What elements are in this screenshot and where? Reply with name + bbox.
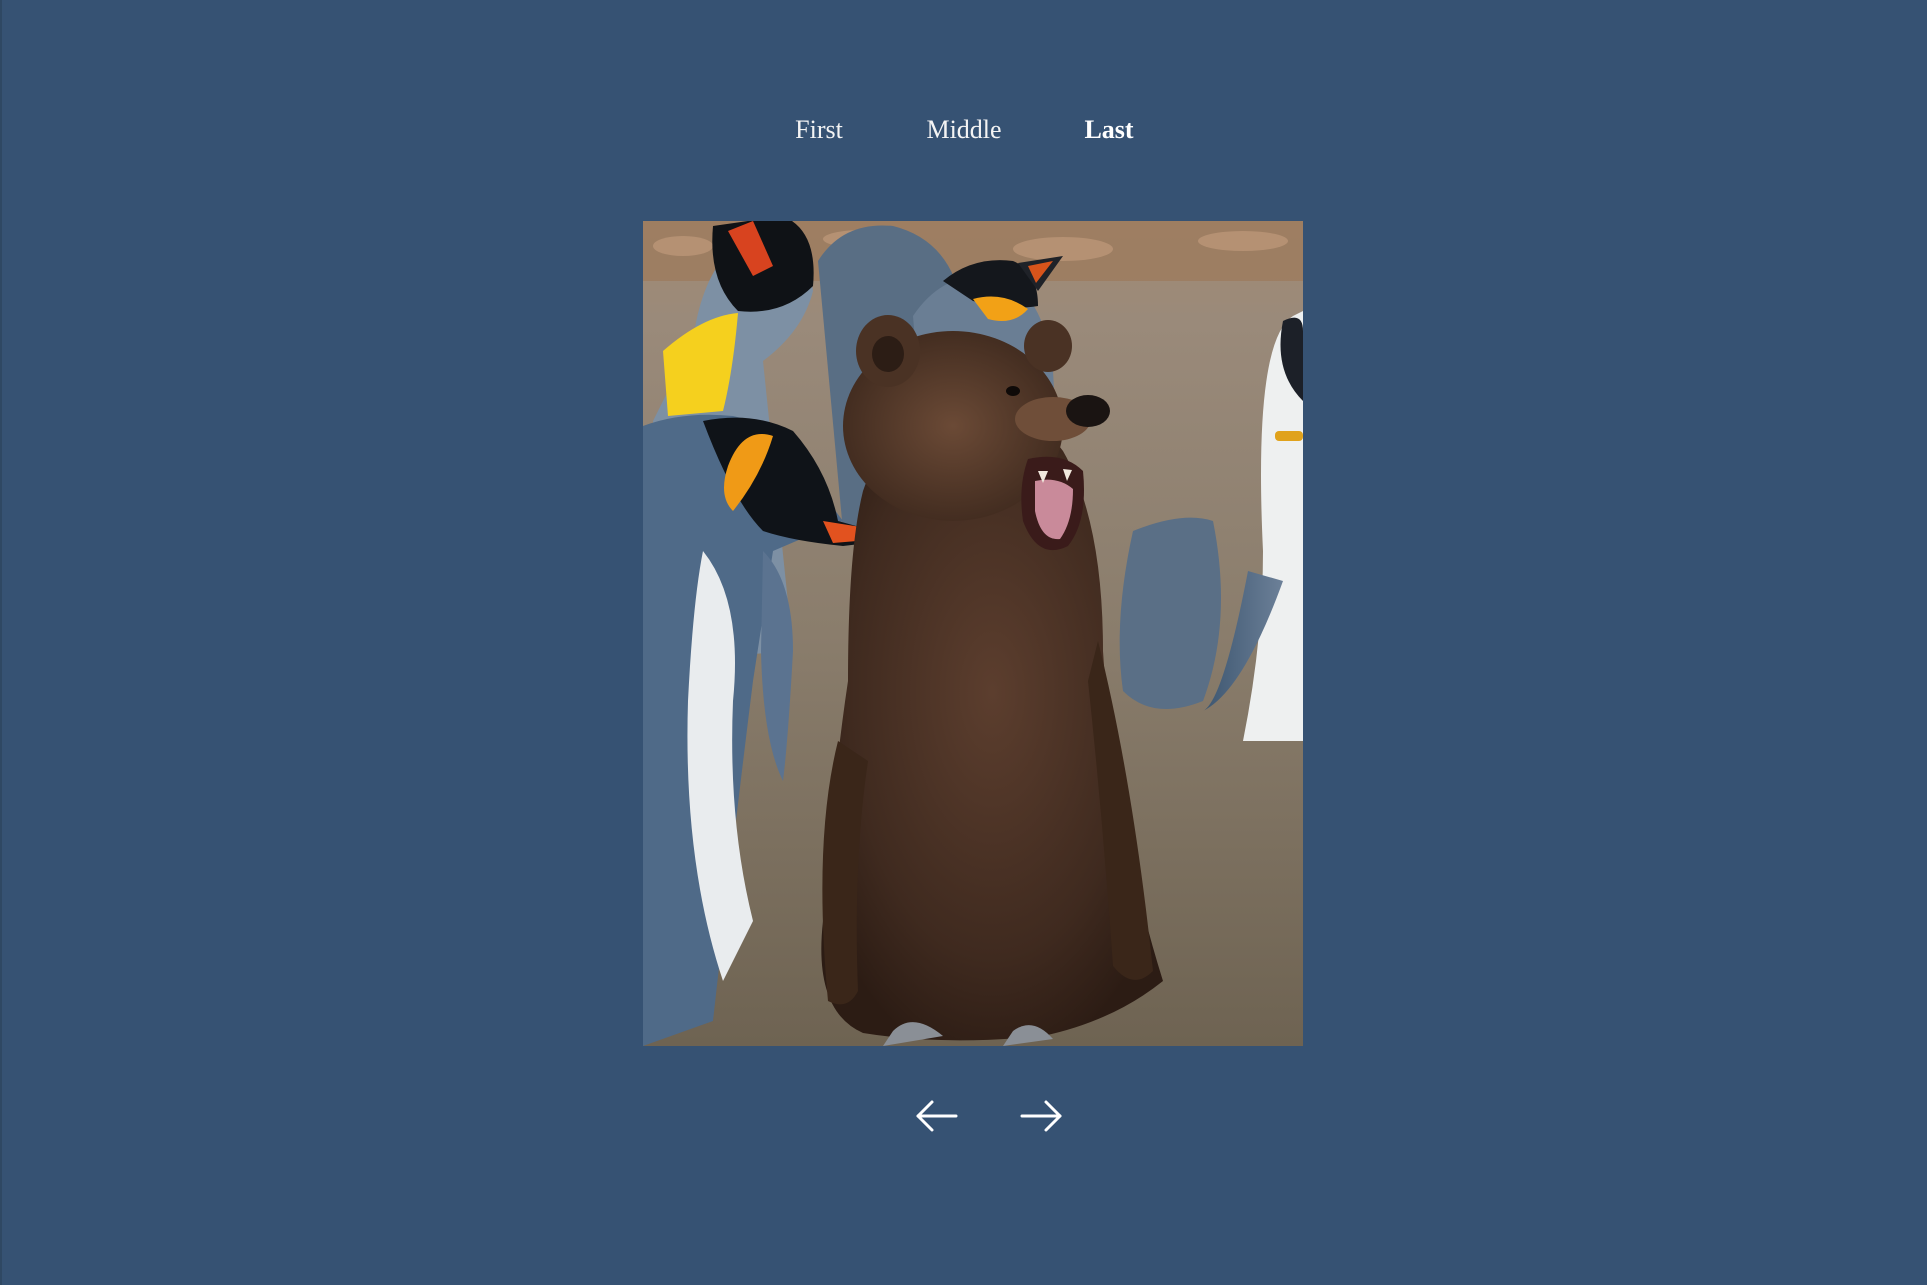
nav-last[interactable]: Last (1084, 110, 1133, 150)
slide-nav: First Middle Last (0, 110, 1927, 150)
next-button[interactable] (1018, 1096, 1066, 1136)
nav-middle[interactable]: Middle (926, 110, 1001, 150)
right-arrow-icon (1020, 1100, 1062, 1132)
prev-button[interactable] (912, 1096, 960, 1136)
window-edge (0, 0, 2, 1285)
slide-image (643, 221, 1303, 1046)
nav-first[interactable]: First (795, 110, 843, 150)
left-arrow-icon (916, 1100, 958, 1132)
